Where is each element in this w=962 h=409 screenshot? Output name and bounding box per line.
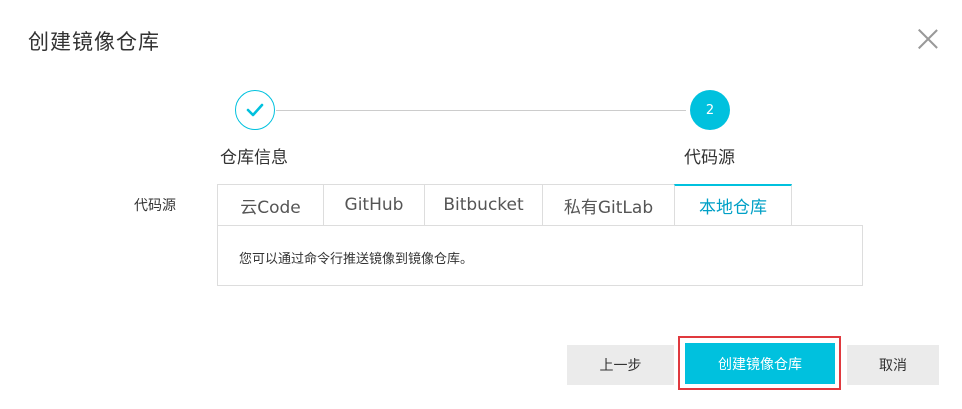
tab-local-repository[interactable]: 本地仓库 bbox=[674, 184, 792, 226]
source-tabs: 云Code GitHub Bitbucket 私有GitLab 本地仓库 bbox=[217, 184, 792, 226]
dialog-title: 创建镜像仓库 bbox=[28, 30, 160, 54]
tab-private-gitlab[interactable]: 私有GitLab bbox=[542, 184, 674, 226]
tab-github[interactable]: GitHub bbox=[323, 184, 424, 226]
step-1-circle bbox=[235, 90, 275, 130]
step-2-circle: 2 bbox=[690, 90, 730, 130]
create-repository-button[interactable]: 创建镜像仓库 bbox=[685, 343, 835, 384]
tab-bitbucket[interactable]: Bitbucket bbox=[424, 184, 542, 226]
step-1-label: 仓库信息 bbox=[220, 148, 288, 168]
tab-yun-code[interactable]: 云Code bbox=[217, 184, 323, 226]
step-connector-line bbox=[276, 110, 686, 111]
check-icon bbox=[246, 103, 264, 117]
previous-step-button[interactable]: 上一步 bbox=[567, 345, 674, 385]
step-2-label: 代码源 bbox=[684, 148, 735, 168]
tab-panel: 您可以通过命令行推送镜像到镜像仓库。 bbox=[217, 225, 863, 286]
source-field-label: 代码源 bbox=[134, 198, 176, 214]
close-icon[interactable] bbox=[917, 28, 939, 50]
cancel-button[interactable]: 取消 bbox=[847, 345, 939, 385]
panel-description: 您可以通过命令行推送镜像到镜像仓库。 bbox=[239, 252, 474, 267]
